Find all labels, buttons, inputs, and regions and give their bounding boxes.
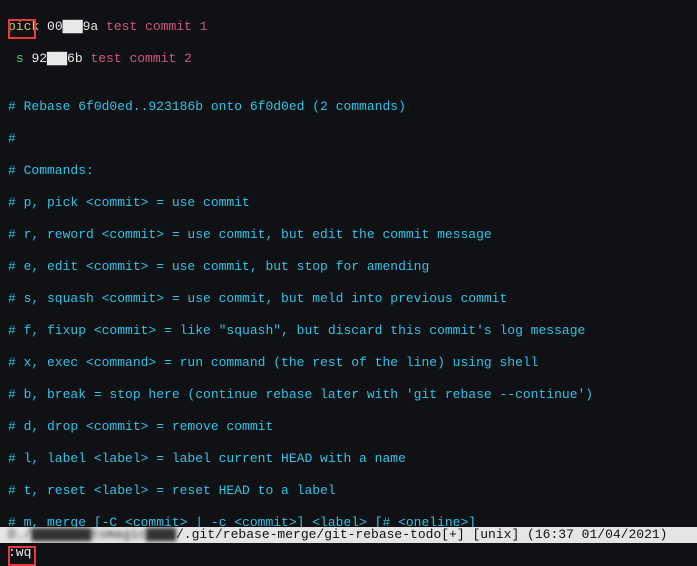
- vim-command-line[interactable]: :wq: [0, 543, 697, 565]
- comment-line: # s, squash <commit> = use commit, but m…: [8, 291, 689, 307]
- commit-hash: 92▇▇6b: [31, 51, 82, 66]
- comment-line: # p, pick <commit> = use commit: [8, 195, 689, 211]
- comment-line: # f, fixup <commit> = like "squash", but…: [8, 323, 689, 339]
- comment-line: # e, edit <commit> = use commit, but sto…: [8, 259, 689, 275]
- vim-status-bar: D./▇▇▇▇▇▇tomagic▇▇▇/.git/rebase-merge/gi…: [0, 527, 697, 543]
- commit-hash: 00▇▇9a: [47, 19, 98, 34]
- vim-command-text: :wq: [8, 545, 31, 560]
- comment-line: # Commands:: [8, 163, 689, 179]
- status-path-prefix: D./▇▇▇▇▇▇tomagic▇▇▇: [8, 527, 176, 542]
- comment-line: #: [8, 131, 689, 147]
- rebase-action: pick: [8, 19, 39, 34]
- vim-editor-pane[interactable]: pick 00▇▇9a test commit 1 s 92▇▇6b test …: [0, 0, 697, 566]
- commit-message: test commit 2: [90, 51, 191, 66]
- rebase-line: s 92▇▇6b test commit 2: [8, 51, 689, 67]
- status-path: /.git/rebase-merge/git-rebase-todo[+] [u…: [176, 527, 667, 542]
- rebase-action: s: [16, 51, 24, 66]
- comment-line: # t, reset <label> = reset HEAD to a lab…: [8, 483, 689, 499]
- commit-message: test commit 1: [106, 19, 207, 34]
- comment-line: # r, reword <commit> = use commit, but e…: [8, 227, 689, 243]
- comment-line: # x, exec <command> = run command (the r…: [8, 355, 689, 371]
- comment-line: # Rebase 6f0d0ed..923186b onto 6f0d0ed (…: [8, 99, 689, 115]
- comment-line: # l, label <label> = label current HEAD …: [8, 451, 689, 467]
- comment-line: # b, break = stop here (continue rebase …: [8, 387, 689, 403]
- rebase-line: pick 00▇▇9a test commit 1: [8, 19, 689, 35]
- comment-line: # d, drop <commit> = remove commit: [8, 419, 689, 435]
